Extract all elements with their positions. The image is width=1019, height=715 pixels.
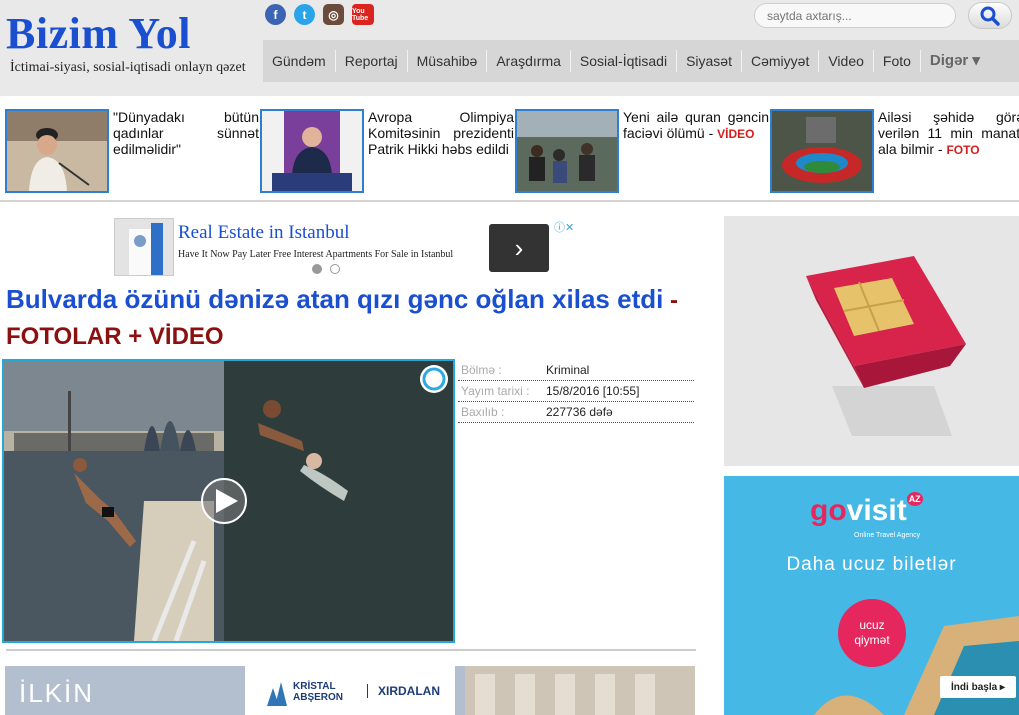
govisit-price-badge: ucuz qiymət bbox=[838, 599, 906, 667]
nav-item-foto[interactable]: Foto bbox=[874, 50, 921, 72]
carousel-dot[interactable] bbox=[312, 264, 322, 274]
search-icon bbox=[980, 6, 1000, 26]
bottom-ad-brand-right: XIRDALAN bbox=[367, 684, 440, 698]
kristal-abseron-ad[interactable]: İLKİN KRİSTAL ABŞERON XIRDALAN bbox=[5, 666, 695, 715]
facebook-icon[interactable]: f bbox=[265, 4, 286, 25]
govisit-slogan: Daha ucuz biletlər bbox=[786, 554, 957, 575]
strip-news-item[interactable]: "Dünyadakı bütün qadınlar sünnət edilməl… bbox=[5, 109, 259, 193]
site-logo[interactable]: Bizim Yol bbox=[6, 8, 191, 59]
info-row-date: Yayım tarixi : 15/8/2016 [10:55] bbox=[458, 381, 694, 402]
ad-image bbox=[114, 218, 174, 276]
article-video-player[interactable] bbox=[2, 359, 455, 643]
article-info-table: Bölmə : Kriminal Yayım tarixi : 15/8/201… bbox=[458, 360, 694, 423]
photo-tag: FOTO bbox=[946, 143, 980, 157]
ad-description: Have It Now Pay Later Free Interest Apar… bbox=[178, 249, 454, 260]
strip-news-text[interactable]: Avropa Olimpiya Komitəsinin prezidenti P… bbox=[368, 109, 514, 157]
info-value[interactable]: Kriminal bbox=[546, 363, 589, 377]
info-key: Baxılıb : bbox=[461, 405, 505, 419]
nav-item-musahibe[interactable]: Müsahibə bbox=[408, 50, 488, 72]
info-key: Yayım tarixi : bbox=[461, 384, 530, 398]
news-thumbnail[interactable] bbox=[770, 109, 874, 193]
headline-text: Bulvarda özünü dənizə atan qızı gənc oğl… bbox=[6, 284, 664, 314]
nav-item-gundem[interactable]: Gündəm bbox=[263, 50, 336, 72]
nav-item-reportaj[interactable]: Reportaj bbox=[336, 50, 408, 72]
info-row-section: Bölmə : Kriminal bbox=[458, 360, 694, 381]
bottom-ad-brand-mid: KRİSTAL ABŞERON bbox=[293, 681, 344, 703]
search-input[interactable] bbox=[754, 3, 956, 28]
nav-item-video[interactable]: Video bbox=[819, 50, 874, 72]
strip-news-item[interactable]: Yeni ailə quran gəncin faciəvi ölümü - V… bbox=[515, 109, 769, 193]
sim-card-ad[interactable] bbox=[724, 216, 1019, 466]
search-button[interactable] bbox=[968, 2, 1012, 29]
nav-item-siyaset[interactable]: Siyasət bbox=[677, 50, 742, 72]
nav-item-sosial-iqtisadi[interactable]: Sosial-İqtisadi bbox=[571, 50, 678, 72]
ad-info-close-icon[interactable]: ⓘ✕ bbox=[554, 219, 574, 235]
content-divider bbox=[6, 649, 696, 651]
info-value: 227736 dəfə bbox=[546, 405, 613, 419]
article-headline: Bulvarda özünü dənizə atan qızı gənc oğl… bbox=[6, 282, 692, 354]
top-news-strip: "Dünyadakı bütün qadınlar sünnət edilməl… bbox=[0, 96, 1019, 202]
strip-news-item[interactable]: Avropa Olimpiya Komitəsinin prezidenti P… bbox=[260, 109, 514, 193]
info-key: Bölmə : bbox=[461, 363, 502, 377]
info-row-views: Baxılıb : 227736 dəfə bbox=[458, 402, 694, 423]
real-estate-ad[interactable]: Real Estate in Istanbul Have It Now Pay … bbox=[114, 218, 584, 276]
bottom-ad-brand-left: İLKİN bbox=[19, 678, 95, 708]
ad-title[interactable]: Real Estate in Istanbul bbox=[178, 222, 349, 244]
carousel-dot[interactable] bbox=[330, 264, 340, 274]
strip-news-text[interactable]: Yeni ailə quran gəncin faciəvi ölümü - V… bbox=[623, 109, 769, 142]
news-thumbnail[interactable] bbox=[515, 109, 619, 193]
ad-next-arrow-icon[interactable]: › bbox=[489, 224, 549, 272]
strip-news-text[interactable]: "Dünyadakı bütün qadınlar sünnət edilməl… bbox=[113, 109, 259, 157]
video-tag: VİDEO bbox=[717, 127, 755, 141]
nav-item-cemiyyet[interactable]: Cəmiyyət bbox=[742, 50, 820, 72]
social-links: f t ◎ You Tube bbox=[265, 4, 374, 25]
info-value: 15/8/2016 [10:55] bbox=[546, 384, 640, 398]
news-thumbnail[interactable] bbox=[5, 109, 109, 193]
ad-carousel-dots bbox=[312, 264, 340, 274]
site-header: Bizim Yol İctimai-siyasi, sosial-iqtisad… bbox=[0, 0, 1019, 96]
govisit-start-button[interactable]: İndi başla ▸ bbox=[940, 676, 1016, 698]
strip-news-item[interactable]: Ailəsi şəhidə görə verilən 11 min manatı… bbox=[770, 109, 1019, 193]
nav-item-diger-dropdown[interactable]: Digər ▾ bbox=[921, 50, 989, 72]
govisit-ad[interactable]: govisit AZ Online Travel Agency Daha ucuz… bbox=[724, 476, 1019, 715]
strip-news-text[interactable]: Ailəsi şəhidə görə verilən 11 min manatı… bbox=[878, 109, 1019, 158]
govisit-subtitle: Online Travel Agency bbox=[854, 532, 921, 539]
site-tagline: İctimai-siyasi, sosial-iqtisadi onlayn q… bbox=[10, 60, 246, 75]
youtube-icon[interactable]: You Tube bbox=[352, 4, 374, 25]
govisit-logo: govisit AZ bbox=[810, 492, 923, 527]
nav-item-arasdirma[interactable]: Araşdırma bbox=[487, 50, 571, 72]
twitter-icon[interactable]: t bbox=[294, 4, 315, 25]
news-thumbnail[interactable] bbox=[260, 109, 364, 193]
instagram-icon[interactable]: ◎ bbox=[323, 4, 344, 25]
main-nav: Gündəm Reportaj Müsahibə Araşdırma Sosia… bbox=[263, 40, 1019, 82]
